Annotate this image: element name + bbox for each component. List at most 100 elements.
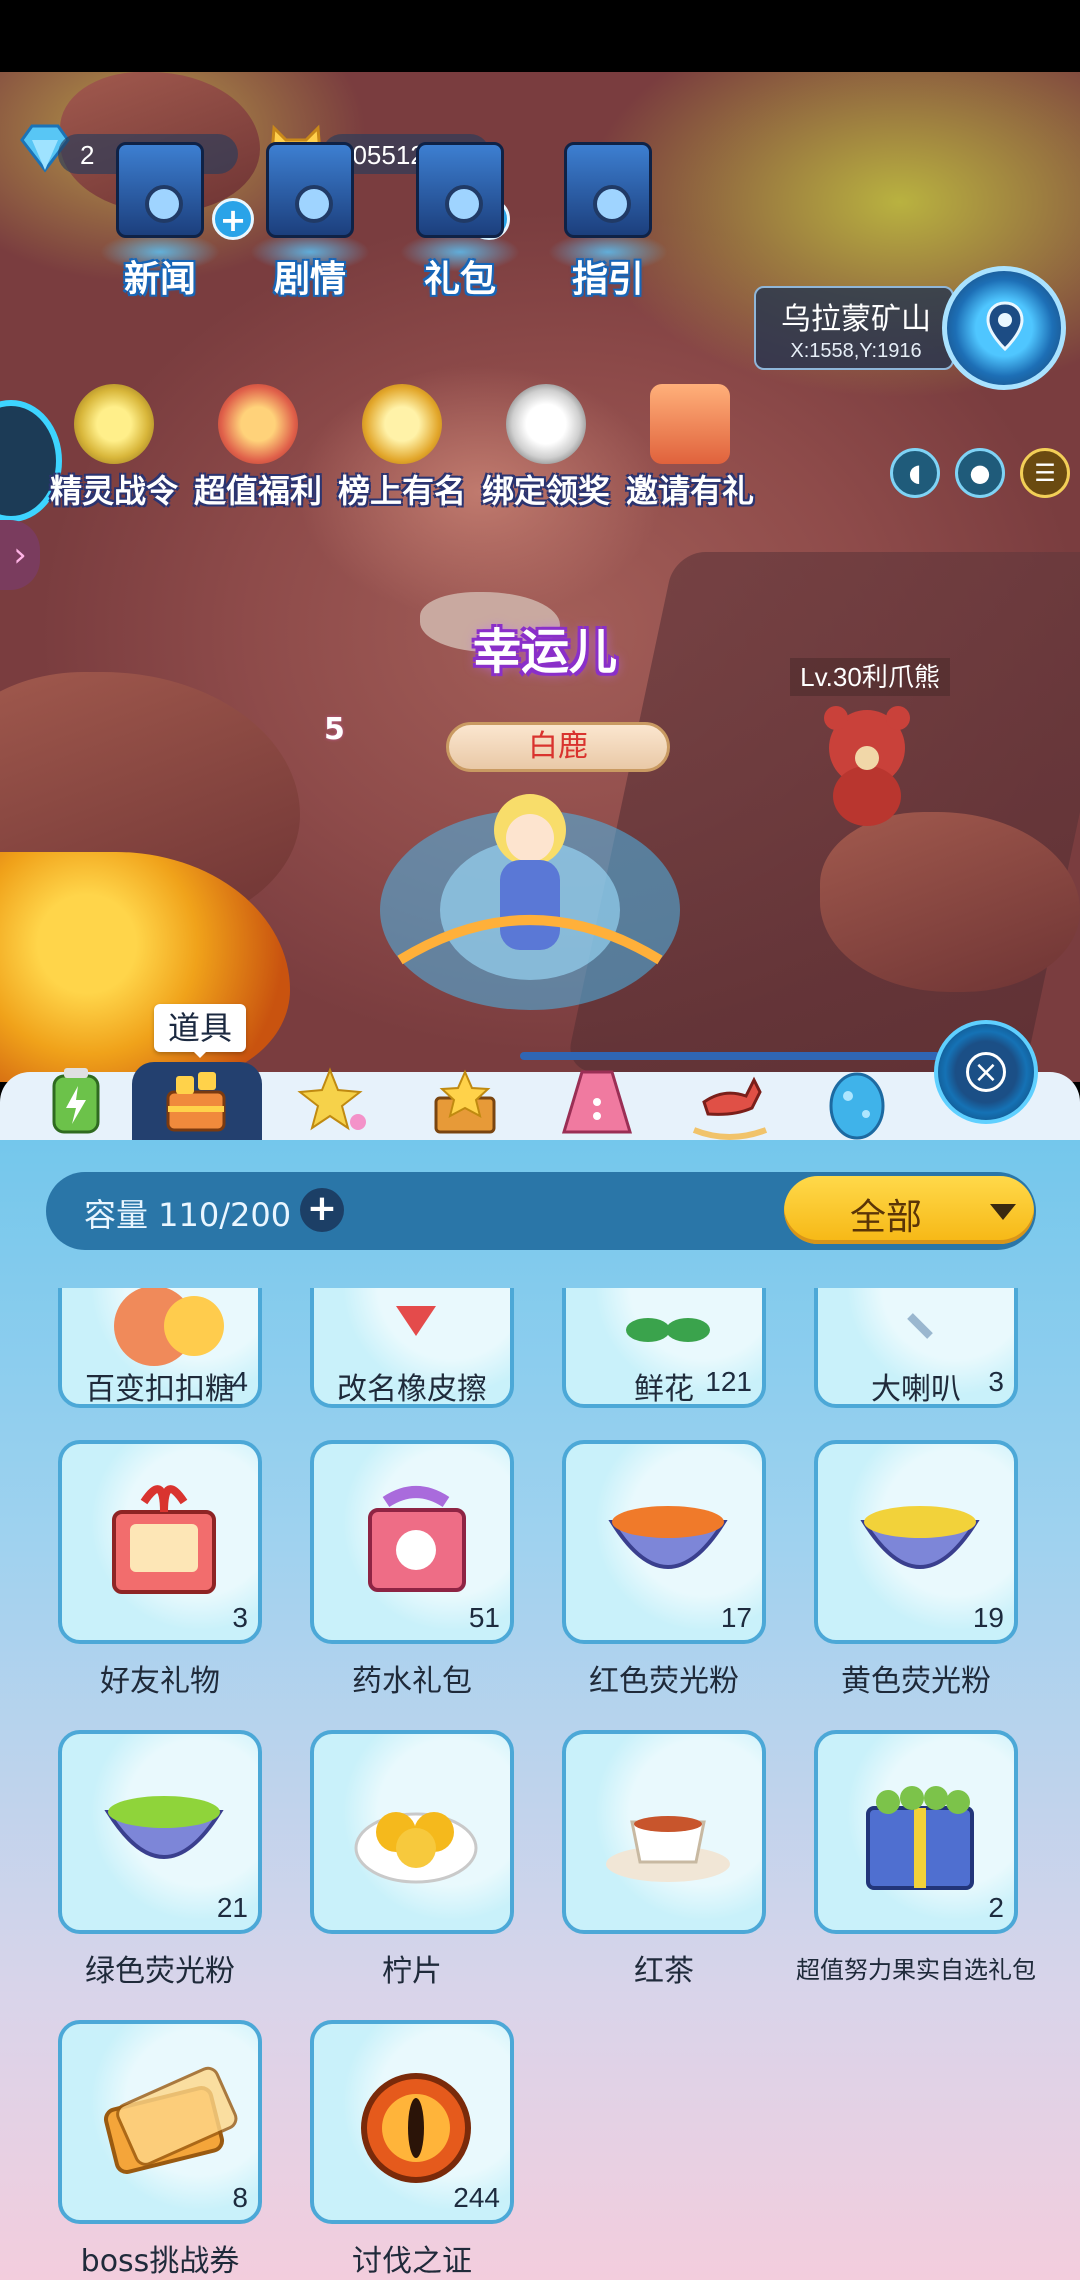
welfare-label: 超值福利 (193, 472, 322, 510)
item-count: 2 (988, 1892, 1004, 1923)
location-panel: 乌拉蒙矿山 X:1558,Y:1916 (754, 286, 954, 370)
tab-tooltip: 道具 (154, 1004, 246, 1058)
battle-pass-label: 精灵战令 (49, 472, 178, 510)
close-bag-button[interactable]: × (934, 1020, 1038, 1124)
hp-bar (520, 1052, 940, 1060)
tab-egg[interactable] (812, 1062, 902, 1142)
gift-pack-icon (416, 142, 504, 238)
item-count: 3 (232, 1602, 248, 1633)
gift-pack-button[interactable]: 礼包 (400, 142, 520, 312)
gift-pack-label: 礼包 (423, 259, 496, 300)
item-slot[interactable]: 3 (58, 1440, 262, 1644)
news-icon (116, 142, 204, 238)
player-character[interactable] (360, 760, 700, 1020)
welfare-gift-icon (218, 384, 298, 464)
potion-pack-icon (368, 1486, 466, 1592)
tab-energy[interactable] (30, 1062, 120, 1142)
item-count: 244 (453, 2182, 500, 2213)
news-button[interactable]: 新闻 (100, 142, 220, 312)
item-count: 51 (468, 1602, 500, 1633)
leaderboard-button[interactable]: 榜上有名 (324, 384, 474, 510)
guide-label: 指引 (571, 259, 644, 300)
mask-icon[interactable]: ● (955, 448, 1005, 498)
items-box-icon (166, 1072, 226, 1132)
item-name: 讨伐之证 (352, 2244, 472, 2279)
item-slot[interactable]: 17 (562, 1440, 766, 1644)
voice-icon[interactable]: ◖ (890, 448, 940, 498)
item-name: 好友礼物 (100, 1664, 220, 1699)
tab-mount[interactable] (684, 1062, 774, 1142)
tab-items[interactable] (132, 1062, 262, 1140)
location-name: 乌拉蒙矿山 (781, 302, 931, 337)
lemon-slice-icon (354, 1812, 478, 1884)
green-glow-powder-icon (104, 1796, 224, 1859)
close-icon: × (966, 1052, 1006, 1092)
item-slot[interactable]: 2 (814, 1730, 1018, 1934)
menu-collapse-icon[interactable]: ☰ (1020, 448, 1070, 498)
story-button[interactable]: 剧情 (250, 142, 370, 312)
item-name: boss挑战券 (80, 2244, 240, 2279)
story-icon (266, 142, 354, 238)
item-name: 鲜花 (634, 1372, 694, 1407)
dragon-eye-icon (361, 2073, 471, 2183)
item-slot[interactable]: 51 (310, 1440, 514, 1644)
rocking-horse-icon (692, 1076, 768, 1140)
black-tea-icon (606, 1816, 730, 1882)
capacity-label: 容量 110/200 (84, 1196, 292, 1234)
guide-button[interactable]: 指引 (548, 142, 668, 312)
pet-level: 5 (324, 712, 345, 747)
expand-capacity-button[interactable]: + (300, 1188, 344, 1232)
news-label: 新闻 (123, 259, 196, 300)
item-count: 17 (720, 1602, 752, 1633)
fruit-gift-box-icon (866, 1786, 974, 1890)
status-bar (0, 0, 1080, 72)
battery-icon (52, 1068, 100, 1134)
enemy-name: Lv.30利爪熊 (790, 658, 950, 696)
enemy-bear[interactable] (812, 700, 922, 830)
item-slot[interactable]: 8 (58, 2020, 262, 2224)
item-grid[interactable]: 4 121 3 百变扣扣糖 改名橡皮擦 鲜花 大喇叭 3 51 17 19 好友… (0, 1288, 1080, 2280)
bind-reward-button[interactable]: 绑定领奖 (468, 384, 618, 510)
item-name: 红色荧光粉 (589, 1664, 739, 1699)
filter-dropdown[interactable]: 全部 (784, 1176, 1034, 1244)
item-slot[interactable] (310, 1730, 514, 1934)
item-name: 百变扣扣糖 (85, 1372, 235, 1407)
item-name: 红茶 (634, 1954, 694, 1989)
story-label: 剧情 (273, 259, 346, 300)
chevron-down-icon (990, 1204, 1016, 1233)
red-glow-powder-icon (608, 1506, 728, 1569)
item-name: 绿色荧光粉 (85, 1954, 235, 1989)
item-name: 黄色荧光粉 (841, 1664, 991, 1699)
tab-star-box[interactable] (420, 1062, 510, 1142)
item-slot[interactable]: 21 (58, 1730, 262, 1934)
battle-pass-icon (74, 384, 154, 464)
trophy-icon (362, 384, 442, 464)
guide-icon (564, 142, 652, 238)
gem-amount: 2 (80, 140, 95, 170)
item-name: 超值努力果实自选礼包 (796, 1956, 1036, 1984)
item-name: 药水礼包 (352, 1664, 472, 1699)
item-count: 8 (232, 2182, 248, 2213)
invite-button[interactable]: 邀请有礼 (612, 384, 762, 510)
map-button[interactable] (942, 266, 1066, 390)
item-name: 改名橡皮擦 (337, 1372, 487, 1407)
item-name: 柠片 (382, 1954, 442, 1989)
welfare-button[interactable]: 超值福利 (180, 384, 330, 510)
item-count: 19 (972, 1602, 1004, 1633)
egg-icon (829, 1072, 885, 1140)
bind-reward-label: 绑定领奖 (481, 472, 610, 510)
item-slot[interactable]: 244 (310, 2020, 514, 2224)
item-slot[interactable]: 19 (814, 1440, 1018, 1644)
item-name: 大喇叭 (871, 1372, 961, 1407)
location-coords: X:1558,Y:1916 (790, 340, 922, 362)
item-slot[interactable] (562, 1730, 766, 1934)
boss-ticket-icon (103, 2066, 238, 2174)
battle-pass-button[interactable]: 精灵战令 (36, 384, 186, 510)
tab-stars[interactable] (290, 1062, 380, 1142)
invite-envelope-icon (650, 384, 730, 464)
yellow-glow-powder-icon (860, 1506, 980, 1569)
stars-icon (297, 1067, 366, 1131)
filter-label: 全部 (850, 1197, 923, 1238)
lucky-banner: 幸运儿 (472, 624, 617, 680)
tab-outfit[interactable] (552, 1062, 642, 1142)
